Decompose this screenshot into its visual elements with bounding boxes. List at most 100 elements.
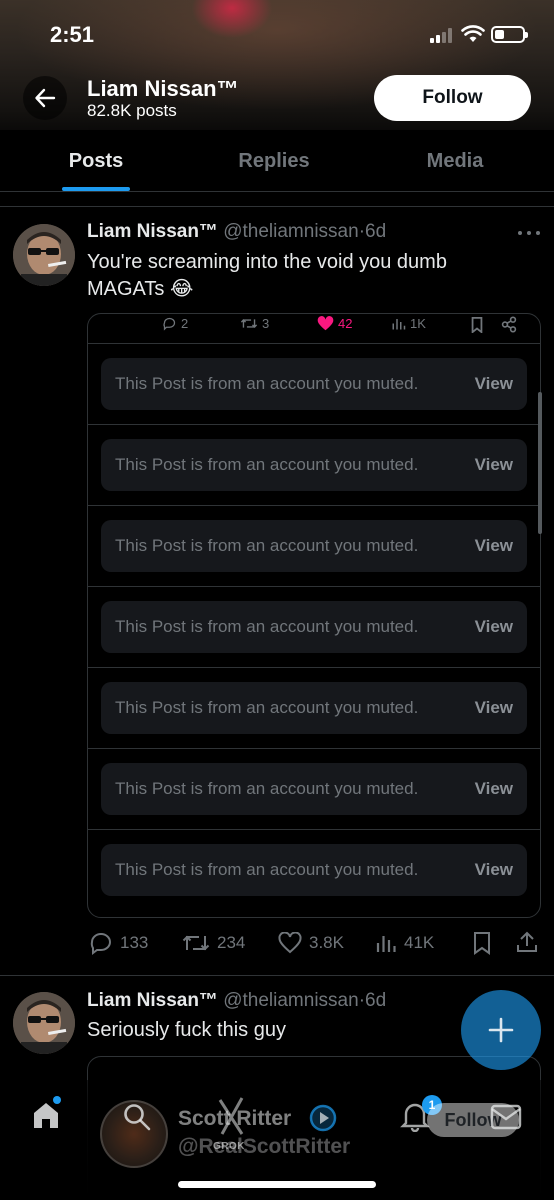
- reply-icon: [90, 933, 111, 955]
- muted-post-row: This Post is from an account you muted. …: [88, 667, 540, 748]
- view-button[interactable]: View: [475, 860, 513, 880]
- quoted-thread: 2 3 42 1K This Post is from an account y…: [87, 313, 541, 918]
- quote-repost-count: 3: [262, 316, 270, 331]
- post-author: Liam Nissan™ @theliamnissan·6d: [87, 990, 386, 1012]
- bookmark-icon[interactable]: [470, 317, 484, 333]
- muted-post-row: This Post is from an account you muted. …: [88, 505, 540, 586]
- muted-post-notice: This Post is from an account you muted. …: [101, 763, 527, 815]
- quote-views-count: 1K: [410, 316, 426, 331]
- battery-icon: [491, 26, 528, 43]
- reply-icon: [163, 317, 176, 331]
- muted-post-notice: This Post is from an account you muted. …: [101, 439, 527, 491]
- muted-post-text: This Post is from an account you muted.: [115, 860, 419, 879]
- active-tab-indicator: [62, 187, 130, 191]
- post-text-line: MAGATs 😂: [87, 278, 194, 300]
- profile-tabs: Posts Replies Media: [0, 130, 554, 192]
- author-handle[interactable]: @theliamnissan: [223, 221, 358, 242]
- muted-post-text: This Post is from an account you muted.: [115, 698, 419, 717]
- back-button[interactable]: [23, 76, 67, 120]
- tab-replies[interactable]: Replies: [205, 130, 343, 192]
- views-icon: [392, 319, 406, 330]
- repost-icon: [182, 935, 210, 951]
- reply-count: 133: [120, 933, 149, 952]
- muted-post-row: This Post is from an account you muted. …: [88, 586, 540, 667]
- share-icon[interactable]: [515, 930, 539, 954]
- battery-level: [495, 30, 504, 39]
- heart-icon: [278, 932, 302, 954]
- play-icon: [309, 1104, 337, 1132]
- muted-post-row: This Post is from an account you muted. …: [88, 829, 540, 910]
- status-time: 2:51: [50, 22, 95, 47]
- muted-post-text: This Post is from an account you muted.: [115, 779, 419, 798]
- plus-icon: [488, 1017, 514, 1043]
- author-handle[interactable]: @theliamnissan: [223, 990, 358, 1011]
- author-name[interactable]: Liam Nissan™: [87, 221, 218, 242]
- home-notification-dot: [53, 1096, 61, 1104]
- posts-count: 82.8K posts: [87, 101, 177, 120]
- view-button[interactable]: View: [475, 698, 513, 718]
- search-icon[interactable]: [122, 1102, 152, 1132]
- share-icon[interactable]: [501, 316, 517, 333]
- wifi-icon: [461, 25, 485, 42]
- muted-post-notice: This Post is from an account you muted. …: [101, 520, 527, 572]
- post-time: 6d: [365, 221, 387, 242]
- muted-post-text: This Post is from an account you muted.: [115, 455, 419, 474]
- like-button[interactable]: 3.8K: [278, 928, 344, 958]
- divider: [0, 975, 554, 976]
- view-button[interactable]: View: [475, 617, 513, 637]
- view-button[interactable]: View: [475, 374, 513, 394]
- view-button[interactable]: View: [475, 455, 513, 475]
- heart-filled-icon: [317, 316, 334, 331]
- views-icon: [376, 936, 396, 952]
- home-indicator[interactable]: [178, 1181, 376, 1188]
- muted-post-text: This Post is from an account you muted.: [115, 536, 419, 555]
- cellular-signal-icon: [430, 27, 456, 43]
- muted-post-notice: This Post is from an account you muted. …: [101, 601, 527, 653]
- like-count: 3.8K: [309, 933, 344, 952]
- quote-reply-button[interactable]: 2: [162, 316, 188, 331]
- views-button[interactable]: 41K: [375, 928, 434, 958]
- compose-button[interactable]: [461, 990, 541, 1070]
- bookmark-icon[interactable]: [472, 931, 492, 955]
- status-bar: 2:51: [0, 0, 554, 70]
- post-text: You're screaming into the void you dumb …: [87, 249, 447, 303]
- author-name[interactable]: Liam Nissan™: [87, 990, 218, 1011]
- more-icon[interactable]: [516, 228, 542, 238]
- follow-button[interactable]: Follow: [374, 75, 531, 121]
- repost-button[interactable]: 234: [182, 928, 245, 958]
- muted-post-text: This Post is from an account you muted.: [115, 617, 419, 636]
- quote-reply-count: 2: [181, 316, 189, 331]
- avatar-image: [13, 224, 75, 286]
- quote-actions: 2 3 42 1K: [88, 314, 540, 342]
- avatar[interactable]: [13, 224, 75, 286]
- muted-post-notice: This Post is from an account you muted. …: [101, 682, 527, 734]
- view-button[interactable]: View: [475, 779, 513, 799]
- post-author: Liam Nissan™ @theliamnissan·6d: [87, 221, 386, 243]
- quote-repost-button[interactable]: 3: [240, 316, 269, 331]
- messages-icon[interactable]: [490, 1104, 522, 1130]
- muted-post-notice: This Post is from an account you muted. …: [101, 844, 527, 896]
- repost-count: 234: [217, 933, 246, 952]
- suggested-account-handle[interactable]: @RealScottRitter: [178, 1135, 350, 1159]
- muted-post-text: This Post is from an account you muted.: [115, 374, 419, 393]
- views-count: 41K: [404, 933, 435, 952]
- muted-post-row: This Post is from an account you muted. …: [88, 424, 540, 505]
- view-button[interactable]: View: [475, 536, 513, 556]
- reply-button[interactable]: 133: [89, 928, 148, 958]
- divider: [0, 206, 554, 207]
- post-text: Seriously fuck this guy: [87, 1019, 286, 1041]
- tab-posts[interactable]: Posts: [30, 130, 162, 192]
- muted-post-row: This Post is from an account you muted. …: [88, 748, 540, 829]
- post-actions: 133 234 3.8K 41K: [87, 928, 541, 958]
- quote-like-count: 42: [338, 316, 353, 331]
- scrollbar[interactable]: [538, 392, 542, 534]
- muted-post-row: This Post is from an account you muted. …: [88, 343, 540, 424]
- post-time: 6d: [365, 990, 387, 1011]
- arrow-left-icon: [35, 88, 56, 108]
- tab-media[interactable]: Media: [390, 130, 520, 192]
- suggested-account-name[interactable]: Scott Ritter: [178, 1107, 291, 1131]
- profile-name: Liam Nissan™: [87, 76, 239, 101]
- avatar[interactable]: [13, 992, 75, 1054]
- quote-like-button[interactable]: 42: [317, 316, 352, 331]
- quote-views-button[interactable]: 1K: [391, 316, 426, 331]
